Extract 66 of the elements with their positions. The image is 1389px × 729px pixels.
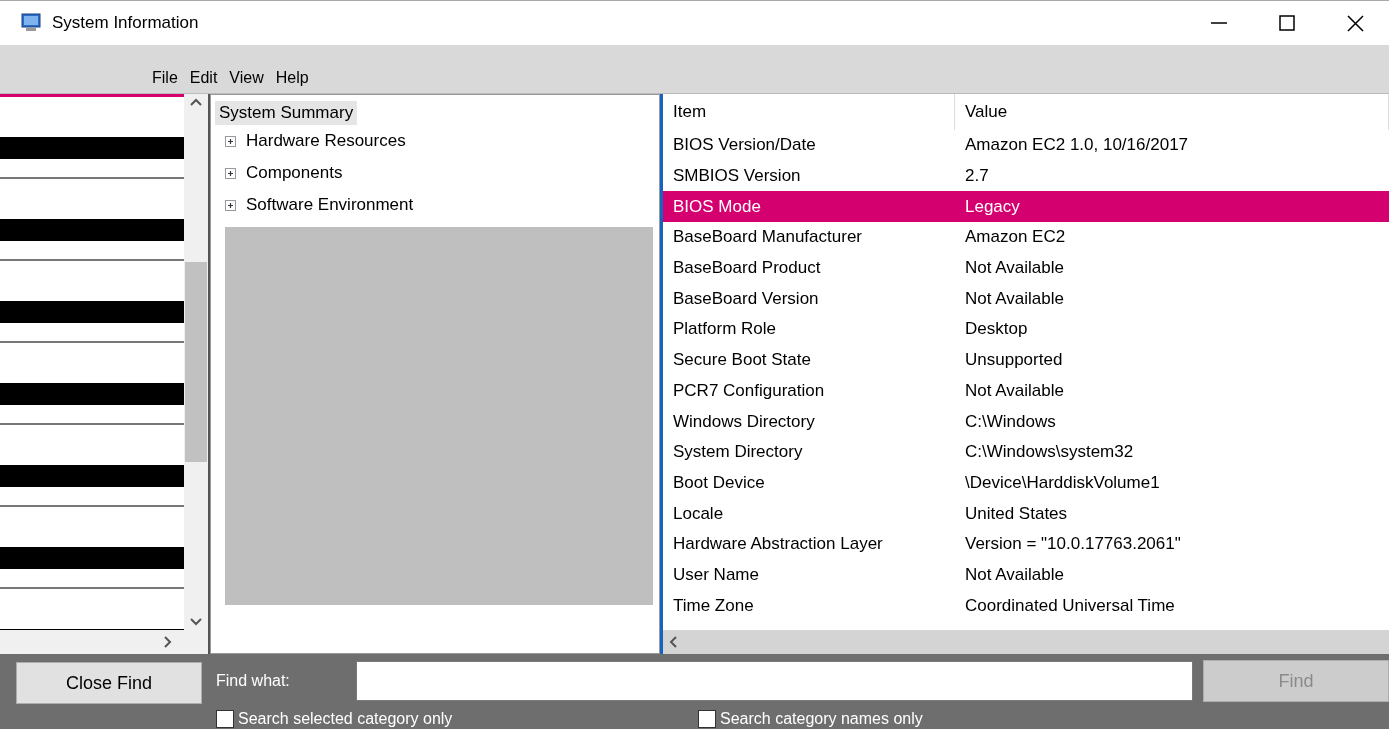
table-cell-text: Windows Directory — [672, 411, 816, 432]
checkbox[interactable] — [216, 710, 234, 728]
column-header[interactable]: Item — [663, 94, 955, 130]
expand-icon[interactable] — [225, 135, 236, 147]
table-cell-text: Not Available — [964, 380, 1065, 401]
table-cell-text: C:\Windows\system32 — [964, 442, 1135, 463]
table-cell-text: \Device\HarddiskVolume1 — [964, 472, 1161, 493]
column-header[interactable]: Value — [955, 94, 1389, 130]
table-cell-text: Time Zone — [672, 595, 755, 616]
close-icon — [1346, 14, 1364, 32]
menu-item[interactable]: View — [225, 67, 272, 87]
minimize-icon — [1211, 22, 1227, 24]
table-cell-text: Secure Boot State — [672, 350, 812, 371]
computer-info-icon — [20, 13, 42, 33]
tree-item[interactable]: Software Environment — [242, 193, 418, 217]
field-label: Find what: — [216, 672, 291, 690]
close-find-button[interactable]: Close Find — [16, 662, 202, 704]
table-cell-text: Locale — [672, 503, 725, 524]
search-field[interactable] — [356, 661, 1193, 701]
scroll-up-icon[interactable] — [190, 98, 202, 106]
table-cell-text: User Name — [672, 564, 760, 585]
menu-item[interactable]: File — [148, 67, 186, 87]
table-cell-text: Legacy — [964, 196, 1021, 217]
expand-icon[interactable] — [225, 167, 236, 179]
tree-item[interactable]: System Summary — [215, 101, 358, 125]
scroll-down-icon[interactable] — [190, 618, 202, 626]
vertical-scrollbar[interactable] — [184, 94, 208, 630]
table-cell-text: SMBIOS Version — [672, 166, 802, 187]
maximize-icon — [1279, 15, 1295, 31]
horizontal-scrollbar[interactable] — [0, 630, 208, 654]
window-title: System Information — [52, 13, 200, 33]
table-cell-text: Version = "10.0.17763.2061" — [964, 534, 1182, 555]
selected-row[interactable]: BIOS Mode Legacy — [663, 191, 1389, 223]
table-cell-text: Amazon EC2 — [964, 227, 1067, 248]
table-cell-text: System Directory — [672, 442, 804, 463]
table-cell-text: BaseBoard Manufacturer — [672, 227, 863, 248]
table-cell-text: Amazon EC2 1.0, 10/16/2017 — [964, 135, 1190, 156]
table-cell-text: Boot Device — [672, 472, 766, 493]
table-cell-text: Unsupported — [964, 350, 1064, 371]
table-cell-text: BaseBoard Version — [672, 288, 820, 309]
checkbox[interactable] — [698, 710, 716, 728]
table-cell-text: Desktop — [964, 319, 1029, 340]
table-cell-text: Coordinated Universal Time — [964, 595, 1176, 616]
table-cell-text: PCR7 Configuration — [672, 380, 826, 401]
table-cell-text: Platform Role — [672, 319, 777, 340]
menu-item[interactable]: Edit — [185, 67, 226, 87]
tree-item[interactable]: Hardware Resources — [242, 129, 410, 153]
table-cell-text: BIOS Version/Date — [672, 135, 817, 156]
table-cell-text: Not Available — [964, 258, 1065, 279]
table-cell-text: BaseBoard Product — [672, 258, 822, 279]
checkbox-label: Search selected category only — [238, 710, 453, 728]
table-cell-text: Hardware Abstraction Layer — [672, 534, 884, 555]
table-cell-text: BIOS Mode — [672, 196, 762, 217]
scrollbar-thumb[interactable] — [185, 262, 207, 462]
table-cell-text: United States — [964, 503, 1069, 524]
checkbox-label: Search category names only — [720, 710, 923, 728]
scroll-left-icon[interactable] — [669, 636, 677, 648]
table-cell-text: Not Available — [964, 288, 1065, 309]
horizontal-scrollbar[interactable] — [663, 630, 1389, 654]
table-cell-text: C:\Windows — [964, 411, 1057, 432]
scroll-right-icon[interactable] — [164, 636, 172, 648]
tree-item[interactable]: Components — [242, 161, 347, 185]
expand-icon[interactable] — [225, 199, 236, 211]
menu-item[interactable]: Help — [271, 67, 317, 87]
table-cell-text: Not Available — [964, 564, 1065, 585]
table-cell-text: 2.7 — [964, 166, 990, 187]
